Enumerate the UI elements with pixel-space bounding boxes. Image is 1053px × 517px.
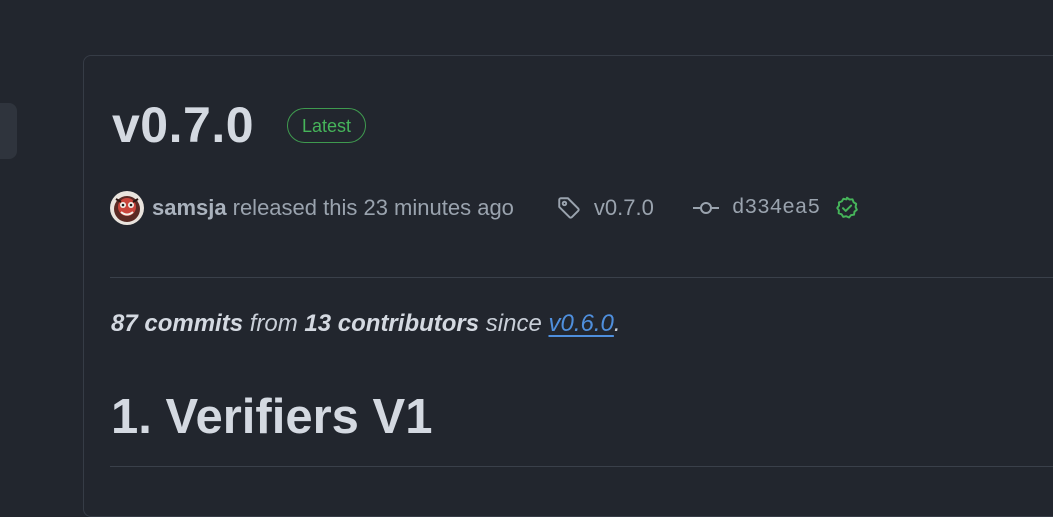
summary-from: from xyxy=(243,310,305,337)
release-card: v0.7.0 Latest samsja released this 23 mi… xyxy=(83,55,1053,517)
contributors-count: 13 contributors xyxy=(304,310,480,337)
release-title[interactable]: v0.7.0 xyxy=(112,94,254,156)
sidebar-edge xyxy=(0,103,17,159)
release-meta: samsja released this 23 minutes ago v0.7… xyxy=(110,190,860,226)
author-link[interactable]: samsja xyxy=(152,195,227,221)
git-commit-icon xyxy=(692,198,720,218)
divider xyxy=(110,277,1053,278)
release-summary: 87 commits from 13 contributors since v0… xyxy=(111,310,621,338)
commits-count: 87 commits xyxy=(111,310,244,337)
compare-version-link[interactable]: v0.6.0 xyxy=(548,310,613,337)
section-heading: 1. Verifiers V1 xyxy=(111,390,433,444)
summary-end: . xyxy=(613,310,621,337)
released-time-text: released this 23 minutes ago xyxy=(232,195,514,220)
avatar[interactable] xyxy=(110,191,144,225)
release-header: v0.7.0 Latest xyxy=(112,94,367,156)
summary-since: since xyxy=(479,310,549,337)
commit-link[interactable]: d334ea5 xyxy=(732,197,820,220)
tag-icon xyxy=(556,195,582,221)
latest-badge: Latest xyxy=(287,107,367,143)
tag-link[interactable]: v0.7.0 xyxy=(594,195,654,221)
verified-check-icon[interactable] xyxy=(834,195,860,221)
divider xyxy=(110,466,1053,467)
